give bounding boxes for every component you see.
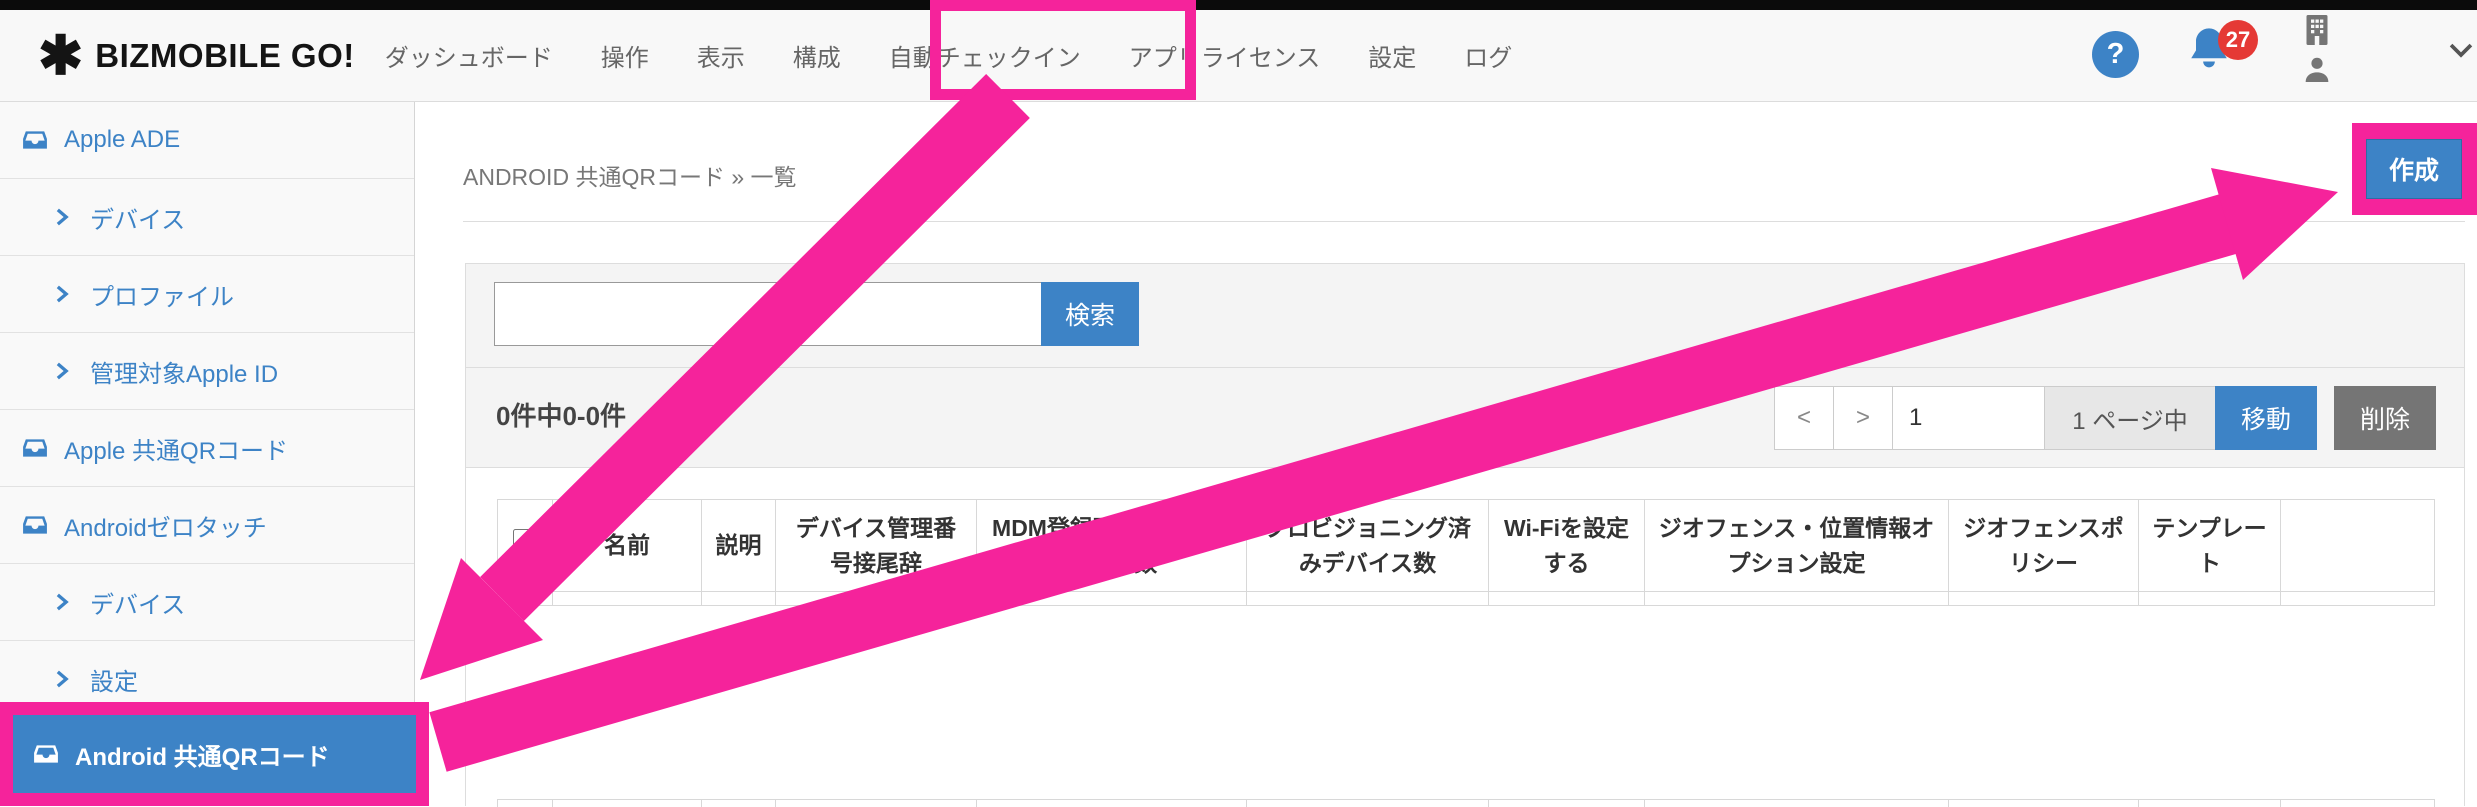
window-top-strip <box>0 0 2477 10</box>
result-count: 0件中0-0件 <box>496 396 626 433</box>
tray-icon <box>22 435 48 461</box>
nav-item-dashboard[interactable]: ダッシュボード <box>385 38 553 73</box>
tray-icon <box>22 512 48 538</box>
user-profile-icon[interactable] <box>2301 54 2333 86</box>
nav-item-operations[interactable]: 操作 <box>601 38 649 73</box>
nav-item-app-license[interactable]: アプリライセンス <box>1129 38 1321 73</box>
list-panel: 検索 0件中0-0件 < > 1 ページ中 移動 削除 <box>465 263 2465 806</box>
page-prev-button[interactable]: < <box>1774 386 1834 450</box>
nav-item-settings[interactable]: 設定 <box>1368 38 1416 73</box>
tray-icon <box>22 127 48 153</box>
header-divider <box>463 221 2465 222</box>
chevron-right-icon <box>52 592 72 612</box>
move-button[interactable]: 移動 <box>2215 386 2317 450</box>
topbar: ✱ BIZMOBILE GO! ダッシュボード 操作 表示 構成 自動チェックイ… <box>0 10 2477 102</box>
sidebar-item-label: Apple ADE <box>64 126 180 154</box>
create-button[interactable]: 作成 <box>2366 139 2462 199</box>
search-section: 検索 <box>466 264 2464 368</box>
delete-button[interactable]: 削除 <box>2334 386 2436 450</box>
organization-building-icon[interactable] <box>2299 12 2335 48</box>
column-header-device-number-suffix: デバイス管理番号接尾辞 <box>776 500 977 592</box>
sidebar-item-label: 管理対象Apple ID <box>90 354 278 389</box>
column-header-geofence-location-option: ジオフェンス・位置情報オプション設定 <box>1645 500 1949 592</box>
sidebar-item-label: デバイス <box>90 200 185 235</box>
breadcrumb: ANDROID 共通QRコード » 一覧 <box>463 158 797 192</box>
table-header-row: 名前 説明 デバイス管理番号接尾辞 MDM登録可能な最大デバイス数 プロビジョニ… <box>498 500 2435 592</box>
page-next-button[interactable]: > <box>1833 386 1893 450</box>
sidebar-item-devices-apple[interactable]: デバイス <box>0 179 414 256</box>
select-all-checkbox[interactable] <box>513 529 539 555</box>
sidebar-item-android-common-qr[interactable]: Android 共通QRコード <box>13 715 416 793</box>
chevron-right-icon <box>52 284 72 304</box>
sidebar-item-label: Androidゼロタッチ <box>64 508 267 543</box>
column-header-description: 説明 <box>702 500 776 592</box>
logo-asterisk-icon: ✱ <box>38 29 83 83</box>
annotation-box-android-common-qr: Android 共通QRコード <box>0 702 429 806</box>
sidebar-item-devices-android[interactable]: デバイス <box>0 564 414 641</box>
column-header-provisioned-devices: プロビジョニング済みデバイス数 <box>1247 500 1489 592</box>
nav-item-auto-checkin[interactable]: 自動チェックイン <box>889 38 1081 73</box>
pagination: < > 1 ページ中 移動 削除 <box>1775 386 2436 450</box>
table-section: 名前 説明 デバイス管理番号接尾辞 MDM登録可能な最大デバイス数 プロビジョニ… <box>466 468 2464 807</box>
logo-text: BIZMOBILE GO! <box>95 37 354 75</box>
search-input[interactable] <box>494 282 1042 346</box>
app-logo[interactable]: ✱ BIZMOBILE GO! <box>38 29 355 83</box>
chevron-right-icon <box>52 361 72 381</box>
sidebar-item-label: デバイス <box>90 585 185 620</box>
nav-item-view[interactable]: 表示 <box>697 38 745 73</box>
help-icon[interactable]: ? <box>2092 31 2139 78</box>
sidebar-item-profiles[interactable]: プロファイル <box>0 256 414 333</box>
search-button[interactable]: 検索 <box>1041 282 1139 346</box>
sidebar-item-label: 設定 <box>90 662 138 697</box>
main-content: ANDROID 共通QRコード » 一覧 作成 検索 0件中0-0件 < > 1… <box>416 102 2477 806</box>
sidebar: Apple ADE デバイス プロファイル 管理対象Apple ID Apple… <box>0 102 415 806</box>
column-header-geofence-policy: ジオフェンスポリシー <box>1949 500 2139 592</box>
table-empty-row <box>498 592 2435 606</box>
sidebar-item-apple-ade[interactable]: Apple ADE <box>0 102 414 179</box>
chevron-right-icon <box>52 207 72 227</box>
nav-item-log[interactable]: ログ <box>1464 38 1512 73</box>
sidebar-item-android-zero-touch[interactable]: Androidゼロタッチ <box>0 487 414 564</box>
sidebar-item-label: Apple 共通QRコード <box>64 431 288 466</box>
page-total-label: 1 ページ中 <box>2044 386 2216 450</box>
column-header-wifi-setting: Wi-Fiを設定する <box>1489 500 1645 592</box>
sidebar-item-label: プロファイル <box>90 277 234 312</box>
chevron-right-icon <box>52 669 72 689</box>
tray-icon <box>33 741 59 767</box>
annotation-box-create: 作成 <box>2352 123 2477 215</box>
sidebar-item-managed-apple-id[interactable]: 管理対象Apple ID <box>0 333 414 410</box>
notification-count-badge: 27 <box>2218 20 2258 60</box>
column-header-actions <box>2281 500 2435 592</box>
sidebar-item-apple-common-qr[interactable]: Apple 共通QRコード <box>0 410 414 487</box>
column-header-select <box>498 500 553 592</box>
top-navigation: ダッシュボード 操作 表示 構成 自動チェックイン アプリライセンス 設定 ログ <box>385 38 1513 73</box>
qr-code-table: 名前 説明 デバイス管理番号接尾辞 MDM登録可能な最大デバイス数 プロビジョニ… <box>497 499 2435 606</box>
column-header-mdm-max-devices: MDM登録可能な最大デバイス数 <box>977 500 1247 592</box>
column-header-name: 名前 <box>553 500 702 592</box>
column-header-template: テンプレート <box>2139 500 2281 592</box>
nav-item-configuration[interactable]: 構成 <box>793 38 841 73</box>
list-toolbar: 0件中0-0件 < > 1 ページ中 移動 削除 <box>466 368 2464 468</box>
sidebar-item-label: Android 共通QRコード <box>75 737 330 772</box>
chevron-down-icon[interactable] <box>2444 33 2477 67</box>
page-number-input[interactable] <box>1892 386 2045 450</box>
